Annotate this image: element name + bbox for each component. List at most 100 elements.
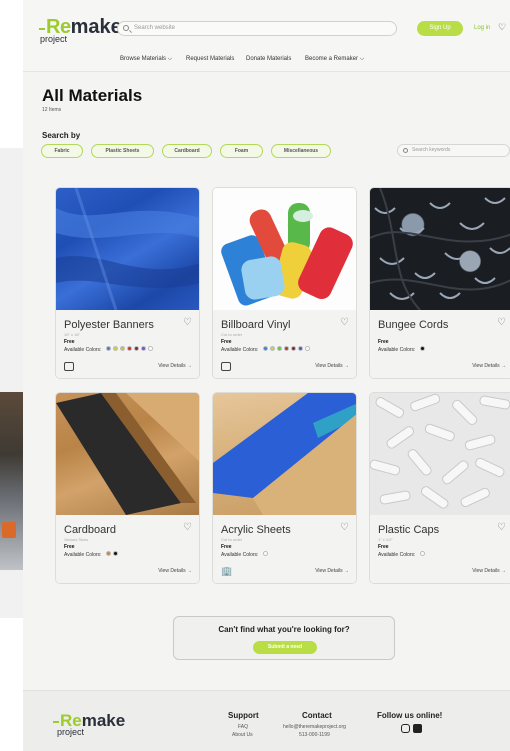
view-details-link[interactable]: View Details →	[158, 568, 192, 574]
card-size: Various Sizes	[64, 537, 89, 542]
page-title: All Materials	[42, 86, 143, 105]
card-price: Free	[378, 544, 389, 550]
color-swatches	[106, 346, 153, 351]
bungee-cords-illustration	[370, 188, 510, 311]
card-body: Polyester Banners ♡ 10" x 18" Free Avail…	[56, 310, 199, 378]
footer-follow-title: Follow us online!	[377, 711, 443, 720]
favorite-heart-icon[interactable]: ♡	[183, 522, 192, 533]
card-price: Free	[64, 339, 75, 345]
material-card-acrylic-sheets[interactable]: Acrylic Sheets ♡ Cut to order Free Avail…	[212, 392, 357, 584]
color-swatch	[141, 346, 146, 351]
color-swatch	[120, 346, 125, 351]
material-card-billboard-vinyl[interactable]: Billboard Vinyl ♡ Cut to order Free Avai…	[212, 187, 357, 379]
instagram-icon[interactable]	[401, 724, 410, 733]
available-colors-label: Available Colors:	[221, 347, 259, 353]
favorite-heart-icon[interactable]: ♡	[183, 317, 192, 328]
material-card-plastic-caps[interactable]: Plastic Caps ♡ 1" x 1/2" Free Available …	[369, 392, 510, 584]
card-title: Polyester Banners	[64, 319, 154, 331]
card-title: Cardboard	[64, 524, 116, 536]
card-price: Free	[64, 544, 75, 550]
favorites-heart-icon[interactable]: ♡	[498, 22, 506, 33]
nav-become-remaker[interactable]: Become a Remaker ⌵	[305, 56, 364, 63]
log-in-link[interactable]: Log in	[474, 25, 490, 31]
cta-question: Can't find what you're looking for?	[218, 625, 350, 634]
keyword-search-input[interactable]: Search keywords	[397, 144, 510, 157]
site-search-input[interactable]: Search website	[117, 21, 397, 36]
view-details-link[interactable]: View Details →	[315, 363, 349, 369]
site-logo[interactable]: Remake project	[39, 17, 122, 44]
item-count: 12 Items	[42, 107, 62, 113]
site-search-placeholder: Search website	[134, 25, 176, 31]
favorite-heart-icon[interactable]: ♡	[340, 317, 349, 328]
color-swatch	[127, 346, 132, 351]
color-swatch	[148, 346, 153, 351]
footer-contact-title: Contact	[302, 711, 332, 720]
color-swatch	[113, 551, 118, 556]
available-colors-label: Available Colors:	[221, 552, 259, 558]
card-body: Bungee Cords ♡ Free Available Colors: Vi…	[370, 310, 510, 378]
material-card-bungee-cords[interactable]: Bungee Cords ♡ Free Available Colors: Vi…	[369, 187, 510, 379]
logo-make: make	[81, 711, 126, 730]
submit-need-button[interactable]: Submit a need	[253, 641, 317, 654]
plastic-caps-illustration	[370, 393, 510, 509]
cardboard-illustration	[56, 393, 199, 515]
color-swatch	[298, 346, 303, 351]
color-swatch	[113, 346, 118, 351]
color-swatch	[305, 346, 310, 351]
linkedin-icon[interactable]	[413, 724, 422, 733]
card-title: Plastic Caps	[378, 524, 440, 536]
logo-arrow-icon	[39, 27, 45, 30]
view-details-link[interactable]: View Details →	[158, 363, 192, 369]
nav-request-materials[interactable]: Request Materials	[186, 56, 234, 62]
keyword-search-placeholder: Search keywords	[412, 147, 451, 153]
color-swatch	[106, 346, 111, 351]
favorite-heart-icon[interactable]: ♡	[497, 317, 506, 328]
view-details-link[interactable]: View Details →	[315, 568, 349, 574]
material-card-polyester-banners[interactable]: Polyester Banners ♡ 10" x 18" Free Avail…	[55, 187, 200, 379]
available-colors-label: Available Colors:	[378, 347, 416, 353]
search-icon	[403, 148, 408, 153]
logo-arrow-icon	[53, 720, 59, 723]
color-swatch	[106, 551, 111, 556]
favorite-heart-icon[interactable]: ♡	[340, 522, 349, 533]
color-swatch	[277, 346, 282, 351]
color-swatch	[420, 346, 425, 351]
sign-up-button[interactable]: Sign Up	[417, 21, 463, 36]
card-title: Billboard Vinyl	[221, 319, 291, 331]
color-swatch	[270, 346, 275, 351]
banner-fabric-illustration	[56, 188, 199, 311]
footer-logo[interactable]: Remake project	[53, 712, 125, 737]
shipping-box-icon	[64, 362, 74, 371]
view-details-link[interactable]: View Details →	[472, 568, 506, 574]
material-image	[213, 188, 356, 310]
card-title: Acrylic Sheets	[221, 524, 291, 536]
filter-chip-fabric[interactable]: Fabric	[41, 144, 83, 158]
color-swatches	[263, 551, 268, 556]
site-header: Remake project Search website Sign Up Lo…	[23, 0, 510, 72]
material-image	[370, 393, 510, 515]
material-card-cardboard[interactable]: Cardboard ♡ Various Sizes Free Available…	[55, 392, 200, 584]
card-price: Free	[221, 544, 232, 550]
filter-chip-cardboard[interactable]: Cardboard	[162, 144, 212, 158]
card-size: 1" x 1/2"	[378, 537, 393, 542]
footer-about-link[interactable]: About Us	[232, 732, 253, 738]
material-image	[56, 188, 199, 311]
color-swatch	[420, 551, 425, 556]
card-price: Free	[221, 339, 232, 345]
favorite-heart-icon[interactable]: ♡	[497, 522, 506, 533]
filter-chip-miscellaneous[interactable]: Miscellaneous	[271, 144, 331, 158]
view-details-link[interactable]: View Details →	[472, 363, 506, 369]
search-by-label: Search by	[42, 131, 81, 140]
available-colors-label: Available Colors:	[64, 552, 102, 558]
filter-chip-plastic-sheets[interactable]: Plastic Sheets	[91, 144, 154, 158]
card-body: Billboard Vinyl ♡ Cut to order Free Avai…	[213, 310, 356, 378]
filter-chip-foam[interactable]: Foam	[220, 144, 263, 158]
nav-browse-materials[interactable]: Browse Materials ⌵	[120, 56, 172, 63]
search-icon	[123, 25, 129, 31]
card-body: Plastic Caps ♡ 1" x 1/2" Free Available …	[370, 515, 510, 583]
background-photo	[0, 392, 23, 570]
footer-email[interactable]: hello@theremakeproject.org	[283, 724, 346, 730]
vinyl-rolls-illustration	[221, 203, 353, 306]
nav-donate-materials[interactable]: Donate Materials	[246, 56, 291, 62]
footer-faq-link[interactable]: FAQ	[238, 724, 248, 730]
